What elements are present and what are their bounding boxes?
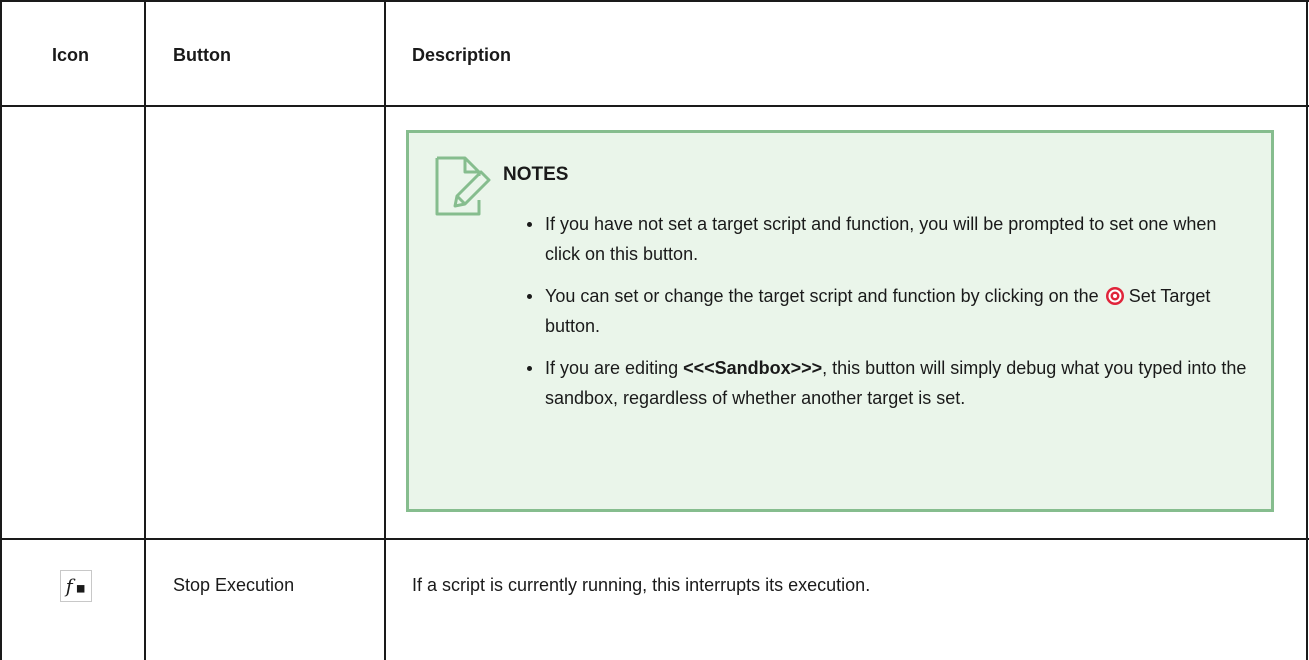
- header-button: Button: [173, 45, 231, 65]
- svg-text:f: f: [64, 577, 76, 598]
- note-item-2: You can set or change the target script …: [527, 281, 1247, 341]
- header-icon: Icon: [52, 45, 90, 65]
- note-edit-icon: [435, 156, 491, 216]
- target-icon: [1105, 287, 1124, 305]
- table-border-left: [0, 0, 2, 660]
- stop-execution-icon: f: [60, 570, 92, 602]
- row-description: If a script is currently running, this i…: [412, 575, 871, 595]
- table-column-divider-2: [384, 0, 386, 660]
- notes-callout: NOTES If you have not set a target scrip…: [406, 130, 1274, 512]
- notes-title: NOTES: [503, 164, 569, 185]
- row-button-label: Stop Execution: [173, 575, 295, 595]
- note-item-3: If you are editing <<<Sandbox>>>, this b…: [527, 353, 1247, 413]
- reference-table: Icon Button Description NOTES If you hav…: [0, 0, 1309, 660]
- function-stop-icon: f: [64, 577, 85, 598]
- row-divider: [0, 538, 1309, 540]
- table-column-divider-1: [144, 0, 146, 660]
- note-item-2-text-before: You can set or change the target script …: [545, 286, 1099, 306]
- table-border-top: [0, 0, 1309, 2]
- note-item-1: If you have not set a target script and …: [527, 209, 1247, 269]
- header-row-divider: [0, 105, 1309, 107]
- notes-list: If you have not set a target script and …: [527, 209, 1247, 425]
- note-item-3-bold: <<<Sandbox>>>: [683, 358, 823, 378]
- header-description: Description: [412, 45, 512, 65]
- note-item-1-text: If you have not set a target script and …: [545, 214, 1217, 264]
- note-item-3-text-before: If you are editing: [545, 358, 684, 378]
- table-border-right: [1306, 0, 1308, 660]
